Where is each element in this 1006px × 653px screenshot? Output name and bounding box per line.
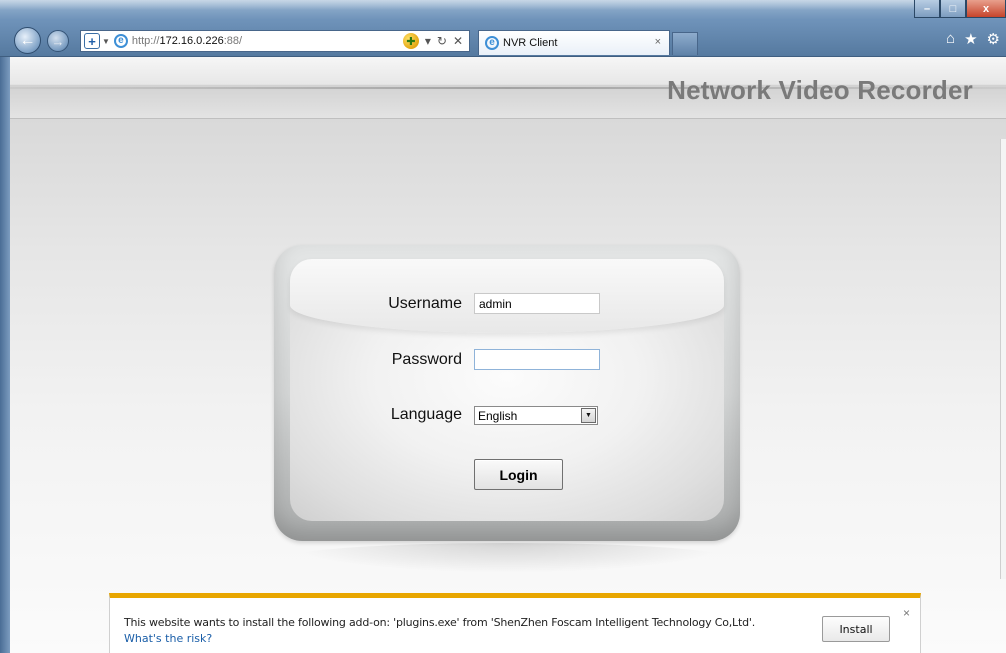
url-port: :88/: [223, 35, 243, 47]
whats-the-risk-link[interactable]: What's the risk?: [124, 632, 212, 645]
language-value: English: [478, 408, 518, 423]
minimize-button[interactable]: –: [914, 0, 940, 18]
refresh-icon[interactable]: ↻: [437, 34, 447, 48]
address-tools: ▾ ↻ ✕: [425, 34, 463, 48]
tab-nvr-client[interactable]: e NVR Client ×: [478, 30, 670, 55]
arrow-right-icon: →: [51, 33, 65, 49]
url-scheme: http://: [131, 35, 160, 47]
add-site-icon[interactable]: +: [84, 33, 100, 49]
login-panel-reflection: [288, 543, 728, 573]
close-icon[interactable]: ×: [903, 606, 910, 620]
browser-toolbar: ⌂ ★ ⚙: [946, 30, 1000, 48]
ie-page-icon: e: [113, 34, 128, 48]
chevron-down-icon[interactable]: ▼: [581, 408, 596, 423]
password-label: Password: [391, 351, 462, 368]
ie-page-icon: e: [485, 36, 499, 50]
app-header: Network Video Recorder: [10, 57, 1006, 119]
username-label: Username: [388, 295, 462, 312]
stop-icon[interactable]: ✕: [453, 34, 463, 48]
page-viewport: Network Video Recorder Username Password…: [0, 57, 1006, 653]
login-panel: Username Password Language English ▼ Log…: [274, 245, 740, 541]
chrome-highlight: [0, 0, 1006, 10]
username-field[interactable]: [474, 293, 600, 314]
notification-message: This website wants to install the follow…: [124, 616, 755, 629]
tab-close-icon[interactable]: ×: [655, 36, 661, 48]
install-button[interactable]: Install: [822, 616, 890, 642]
language-select[interactable]: English ▼: [474, 406, 598, 425]
arrow-left-icon: ←: [19, 31, 36, 49]
scrollbar[interactable]: [1000, 139, 1006, 579]
addon-notification-bar: This website wants to install the follow…: [109, 593, 921, 653]
home-icon[interactable]: ⌂: [946, 30, 955, 48]
password-field[interactable]: [474, 349, 600, 370]
search-dropdown-icon[interactable]: ▾: [425, 34, 431, 48]
compatibility-view-icon[interactable]: ✚: [403, 33, 419, 49]
language-label: Language: [390, 406, 462, 423]
login-button[interactable]: Login: [474, 459, 563, 490]
tab-title: NVR Client: [503, 37, 558, 49]
forward-button[interactable]: →: [47, 30, 69, 52]
maximize-button[interactable]: □: [940, 0, 966, 18]
chevron-down-icon[interactable]: ▼: [102, 37, 110, 46]
back-button[interactable]: ←: [14, 27, 41, 54]
favorites-star-icon[interactable]: ★: [964, 30, 977, 48]
page-title: Network Video Recorder: [667, 75, 973, 105]
gear-icon[interactable]: ⚙: [987, 30, 1000, 48]
close-window-button[interactable]: x: [966, 0, 1006, 18]
url-host: 172.16.0.226: [159, 35, 224, 47]
new-tab-button[interactable]: [672, 32, 698, 55]
window-controls: – □ x: [914, 0, 1006, 18]
address-bar[interactable]: + ▼ e http:// 172.16.0.226 :88/ ✚ ▾ ↻ ✕: [80, 30, 470, 52]
content-area: Username Password Language English ▼ Log…: [10, 119, 1006, 653]
browser-chrome: – □ x ← → + ▼ e http:// 172.16.0.226 :88…: [0, 0, 1006, 57]
window-frame-edge: [0, 57, 10, 653]
